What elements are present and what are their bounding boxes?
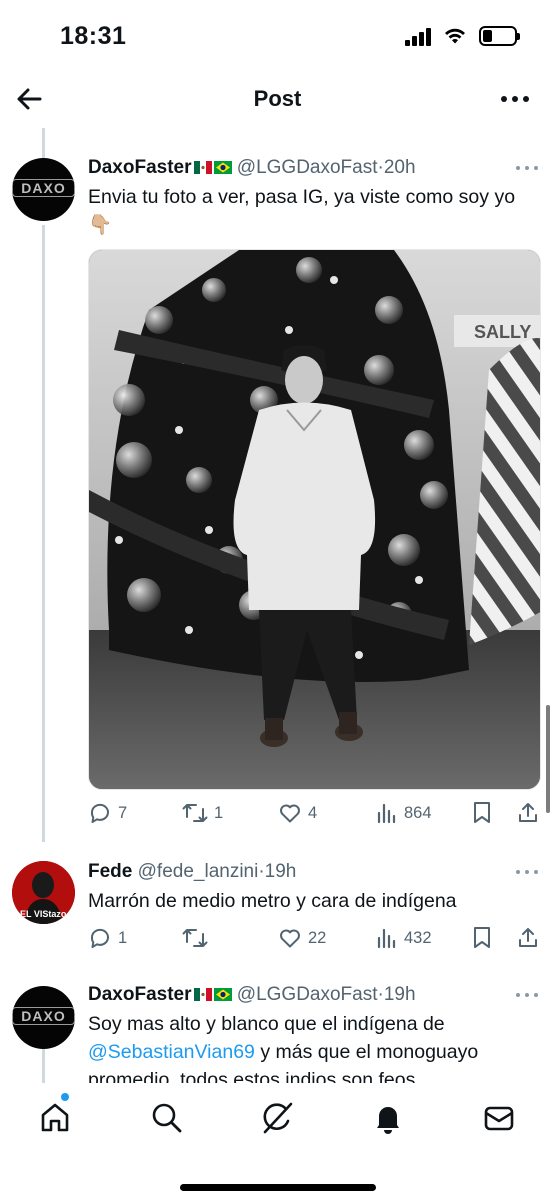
thread-line [42, 225, 45, 842]
tweet-actions: 1 22 432 [88, 925, 548, 951]
mention-link[interactable]: @SebastianVian69 [88, 1041, 255, 1063]
bottom-navigation [0, 1083, 555, 1200]
battery-icon [479, 26, 520, 46]
avatar-logo-text: DAXO [12, 179, 75, 197]
thread-line [42, 128, 45, 158]
author-handle[interactable]: @LGGDaxoFast [237, 984, 378, 1005]
view-count: 432 [404, 928, 432, 947]
reply-count: 1 [118, 928, 128, 947]
grok-icon[interactable] [260, 1101, 294, 1135]
tweet-header: DaxoFaster @LGGDaxoFast·20h [88, 157, 416, 179]
author-name[interactable]: DaxoFaster [88, 157, 192, 178]
avatar[interactable]: EL VIStazo [12, 861, 75, 924]
tweet-more-icon[interactable] [516, 166, 538, 172]
avatar[interactable]: DAXO [12, 986, 75, 1049]
bookmark-icon [474, 802, 490, 823]
author-handle[interactable]: @fede_lanzini [138, 861, 259, 882]
like-button[interactable]: 22 [278, 925, 326, 951]
photo-illustration: SALLY [89, 250, 540, 789]
status-time: 18:31 [60, 22, 127, 50]
view-count: 864 [404, 803, 432, 822]
messages-icon[interactable] [482, 1101, 516, 1135]
views-chart-icon [377, 803, 396, 824]
more-options-icon[interactable] [501, 96, 529, 104]
avatar-logo-text: EL VIStazo [20, 909, 67, 919]
tweet-actions: 7 1 4 864 [88, 800, 548, 826]
repost-count: 1 [214, 803, 224, 822]
repost-button[interactable] [182, 925, 214, 951]
tweet-more-icon[interactable] [516, 870, 538, 876]
reply-icon [90, 928, 109, 948]
repost-icon [182, 929, 208, 947]
post-header: Post [0, 72, 555, 126]
like-count: 22 [308, 928, 327, 947]
reply-count: 7 [118, 803, 128, 822]
tweet-text-line: y más que el monoguayo [254, 1041, 479, 1063]
tweet[interactable]: DAXO DaxoFaster @LGGDaxoFast·19h Soy mas… [0, 980, 555, 1083]
share-button[interactable] [516, 925, 540, 951]
timestamp[interactable]: 19h [265, 861, 297, 882]
reply-icon [90, 803, 109, 823]
unread-dot [61, 1093, 69, 1101]
repost-button[interactable]: 1 [182, 800, 223, 826]
notifications-bell-icon[interactable] [371, 1101, 405, 1135]
heart-icon [280, 804, 300, 823]
svg-text:SALLY: SALLY [474, 322, 531, 342]
bookmark-button[interactable] [472, 800, 492, 826]
author-handle[interactable]: @LGGDaxoFast [237, 157, 378, 178]
reply-button[interactable]: 1 [88, 925, 127, 951]
pointing-down-emoji: 👇🏼 [88, 214, 113, 236]
tweet-text-content: Envia tu foto a ver, pasa IG, ya viste c… [88, 186, 516, 208]
home-indicator [180, 1184, 376, 1191]
status-bar: 18:31 [0, 0, 555, 70]
tweet-text: Soy mas alto y blanco que el indígena de… [88, 1010, 538, 1083]
timestamp[interactable]: 19h [384, 984, 416, 1005]
share-button[interactable] [516, 800, 540, 826]
tweet-text: Marrón de medio metro y cara de indígena [88, 890, 457, 912]
share-icon [519, 803, 537, 822]
tweet-header: Fede @fede_lanzini·19h [88, 861, 296, 883]
search-icon[interactable] [150, 1101, 184, 1135]
mexico-flag-icon [193, 161, 212, 174]
tweet-more-icon[interactable] [516, 993, 538, 999]
like-button[interactable]: 4 [278, 800, 317, 826]
tweet-header: DaxoFaster @LGGDaxoFast·19h [88, 984, 416, 1006]
timestamp[interactable]: 20h [384, 157, 416, 178]
share-icon [519, 928, 537, 947]
home-icon[interactable] [38, 1101, 72, 1135]
views-button[interactable]: 864 [376, 800, 432, 826]
avatar[interactable]: DAXO [12, 158, 75, 221]
views-button[interactable]: 432 [376, 925, 432, 951]
bookmark-button[interactable] [472, 925, 492, 951]
signal-icon [405, 28, 433, 46]
scrollbar[interactable] [546, 705, 550, 813]
mexico-flag-icon [193, 988, 212, 1001]
brazil-flag-icon [213, 988, 232, 1001]
like-count: 4 [308, 803, 318, 822]
tweet-text-line: promedio, todos estos indios son feos [88, 1069, 416, 1083]
bookmark-icon [474, 927, 490, 948]
tweet-photo[interactable]: SALLY [88, 249, 541, 790]
wifi-icon [445, 28, 465, 44]
heart-icon [280, 929, 300, 948]
brazil-flag-icon [213, 161, 232, 174]
author-name[interactable]: Fede [88, 861, 132, 882]
author-name[interactable]: DaxoFaster [88, 984, 192, 1005]
page-title: Post [253, 86, 302, 111]
reply-button[interactable]: 7 [88, 800, 127, 826]
tweet-text: Envia tu foto a ver, pasa IG, ya viste c… [88, 183, 538, 239]
views-chart-icon [377, 928, 396, 949]
tweet-text-line: Soy mas alto y blanco que el indígena de [88, 1013, 445, 1035]
avatar-logo-text: DAXO [12, 1007, 75, 1025]
repost-icon [182, 804, 208, 822]
